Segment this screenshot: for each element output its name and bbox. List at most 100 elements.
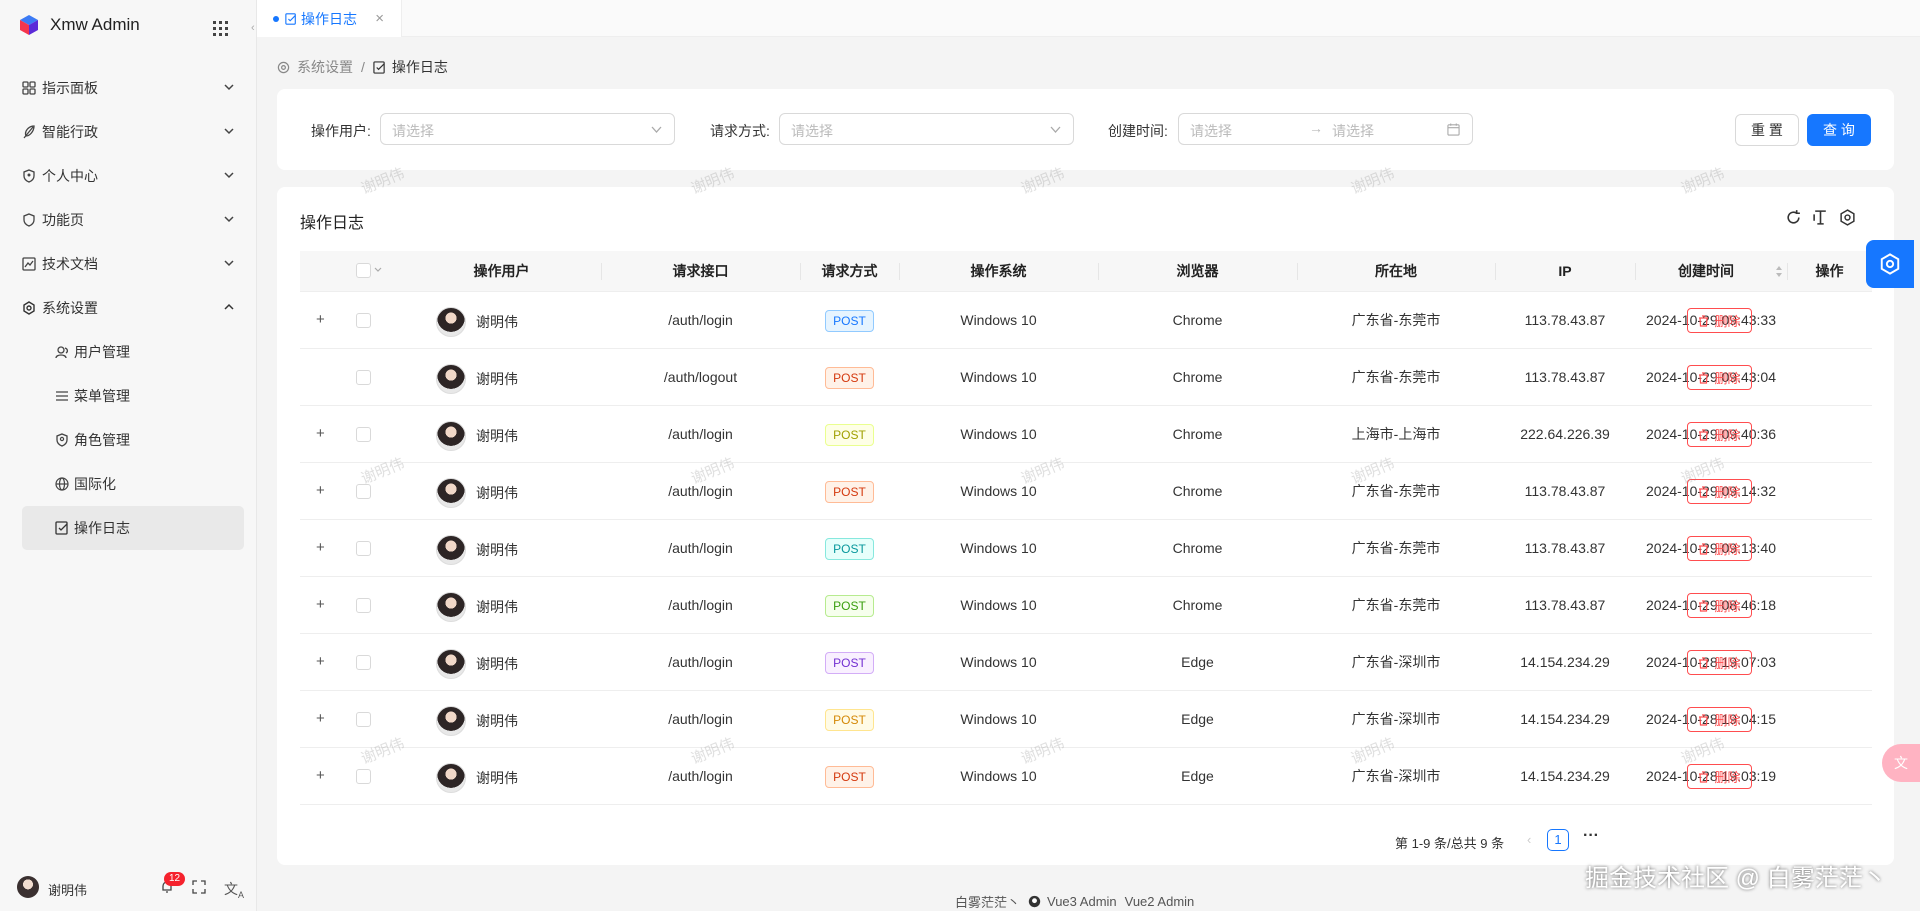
- gear-icon: [1880, 253, 1900, 275]
- menu-features[interactable]: 功能页: [22, 198, 242, 242]
- expand-row-icon[interactable]: +: [316, 710, 325, 727]
- trash-icon: [1699, 770, 1709, 783]
- chart-doc-icon: [22, 257, 36, 271]
- delete-button[interactable]: 删除: [1687, 365, 1752, 390]
- tab-operation-log[interactable]: 操作日志 ×: [257, 0, 402, 37]
- row-checkbox[interactable]: [356, 370, 371, 385]
- location-cell: 广东省-深圳市: [1351, 768, 1441, 784]
- menu-personal[interactable]: 个人中心: [22, 154, 242, 198]
- footer-link-vue3[interactable]: Vue3 Admin: [1047, 894, 1117, 909]
- avatar: [436, 535, 466, 565]
- api-cell: /auth/login: [668, 597, 733, 613]
- menu-system-settings[interactable]: 系统设置: [22, 286, 242, 330]
- delete-button[interactable]: 删除: [1687, 764, 1752, 789]
- expand-row-icon[interactable]: +: [316, 482, 325, 499]
- row-checkbox[interactable]: [356, 313, 371, 328]
- submenu-operation-log[interactable]: 操作日志: [22, 506, 244, 550]
- column-header: 所在地: [1375, 263, 1417, 279]
- row-checkbox[interactable]: [356, 598, 371, 613]
- avatar: [436, 649, 466, 679]
- row-checkbox[interactable]: [356, 427, 371, 442]
- translate-icon[interactable]: 文A: [224, 879, 244, 900]
- close-tab-icon[interactable]: ×: [375, 10, 384, 27]
- theme-settings-button[interactable]: [1866, 240, 1914, 288]
- row-checkbox[interactable]: [356, 712, 371, 727]
- expand-row-icon[interactable]: +: [316, 596, 325, 613]
- menu-admin[interactable]: 智能行政: [22, 110, 242, 154]
- submenu-roles[interactable]: 角色管理: [22, 418, 242, 462]
- footer-link-vue2[interactable]: Vue2 Admin: [1125, 894, 1195, 909]
- row-checkbox[interactable]: [356, 655, 371, 670]
- row-checkbox[interactable]: [356, 541, 371, 556]
- row-checkbox[interactable]: [356, 769, 371, 784]
- column-settings-icon[interactable]: [1839, 209, 1856, 226]
- delete-button[interactable]: 删除: [1687, 536, 1752, 561]
- apps-grid-icon[interactable]: [213, 21, 228, 36]
- trash-icon: [1699, 599, 1709, 612]
- method-filter-select[interactable]: 请选择: [779, 113, 1074, 145]
- menu-docs[interactable]: 技术文档: [22, 242, 242, 286]
- delete-button[interactable]: 删除: [1687, 707, 1752, 732]
- time-range-picker[interactable]: 请选择 → 请选择: [1178, 113, 1473, 145]
- submenu-label: 操作日志: [74, 520, 130, 536]
- delete-button[interactable]: 删除: [1687, 422, 1752, 447]
- column-header: 请求接口: [672, 263, 729, 279]
- time-filter-label: 创建时间:: [1108, 123, 1168, 139]
- breadcrumb-separator: /: [361, 59, 365, 75]
- footer-author[interactable]: 白雾茫茫丶: [955, 892, 1020, 911]
- os-cell: Windows 10: [960, 426, 1037, 442]
- user-filter-select[interactable]: 请选择: [380, 113, 675, 145]
- submenu-i18n[interactable]: 国际化: [22, 462, 242, 506]
- translate-float-button[interactable]: 文: [1882, 744, 1920, 782]
- expand-row-icon[interactable]: +: [316, 425, 325, 442]
- table-row: + 谢明伟 /auth/login POST Windows 10 Chrome…: [300, 463, 1872, 520]
- select-all-checkbox[interactable]: [356, 263, 371, 278]
- avatar: [436, 364, 466, 394]
- chevron-down-icon[interactable]: [374, 267, 382, 273]
- collapse-sidebar-icon[interactable]: ‹: [251, 22, 255, 34]
- submenu-label: 角色管理: [74, 432, 130, 448]
- sort-icon[interactable]: [1775, 265, 1783, 278]
- settings-icon: [23, 301, 35, 315]
- expand-row-icon[interactable]: +: [316, 767, 325, 784]
- user-cell: 谢明伟: [436, 421, 518, 451]
- more-pages-icon[interactable]: ···: [1583, 827, 1599, 845]
- delete-label: 删除: [1714, 428, 1741, 443]
- submenu-menus[interactable]: 菜单管理: [22, 374, 242, 418]
- delete-button[interactable]: 删除: [1687, 308, 1752, 333]
- expand-row-icon[interactable]: +: [316, 653, 325, 670]
- log-icon: [285, 12, 296, 25]
- user-filter-label: 操作用户:: [311, 123, 371, 139]
- delete-button[interactable]: 删除: [1687, 479, 1752, 504]
- user-avatar[interactable]: [17, 876, 39, 898]
- delete-button[interactable]: 删除: [1687, 593, 1752, 618]
- reset-button[interactable]: 重 置: [1735, 114, 1799, 146]
- expand-row-icon[interactable]: +: [316, 539, 325, 556]
- chevron-down-icon: [651, 126, 662, 133]
- table-row: + 谢明伟 /auth/login POST Windows 10 Chrome…: [300, 406, 1872, 463]
- breadcrumb-parent[interactable]: 系统设置: [297, 57, 353, 77]
- tab-bar: 操作日志 ×: [257, 0, 1920, 37]
- app-logo[interactable]: Xmw Admin: [18, 14, 140, 36]
- trash-icon: [1699, 428, 1709, 441]
- density-icon[interactable]: [1812, 209, 1829, 226]
- expand-row-icon[interactable]: +: [316, 311, 325, 328]
- github-icon[interactable]: [1028, 895, 1041, 908]
- column-header-sortable[interactable]: 创建时间: [1635, 251, 1777, 292]
- delete-button[interactable]: 删除: [1687, 650, 1752, 675]
- chevron-up-icon: [224, 303, 234, 310]
- avatar: [436, 706, 466, 736]
- user-name[interactable]: 谢明伟: [48, 880, 87, 899]
- reload-icon[interactable]: [1785, 209, 1802, 226]
- table-card: 操作日志 操作用户 请求接口 请求方式 操作系统 浏览器 所在地 IP 创建时间…: [277, 187, 1894, 865]
- table-row: + 谢明伟 /auth/login POST Windows 10 Chrome…: [300, 520, 1872, 577]
- fullscreen-icon[interactable]: [192, 880, 206, 894]
- menu-dashboard[interactable]: 指示面板: [22, 66, 242, 110]
- row-checkbox[interactable]: [356, 484, 371, 499]
- page-1-button[interactable]: 1: [1547, 829, 1569, 851]
- query-button[interactable]: 查 询: [1807, 114, 1871, 146]
- column-header: IP: [1558, 263, 1572, 279]
- submenu-users[interactable]: 用户管理: [22, 330, 242, 374]
- table-header: 操作用户 请求接口 请求方式 操作系统 浏览器 所在地 IP 创建时间 操作: [300, 251, 1872, 292]
- prev-page-icon[interactable]: ‹: [1527, 832, 1531, 847]
